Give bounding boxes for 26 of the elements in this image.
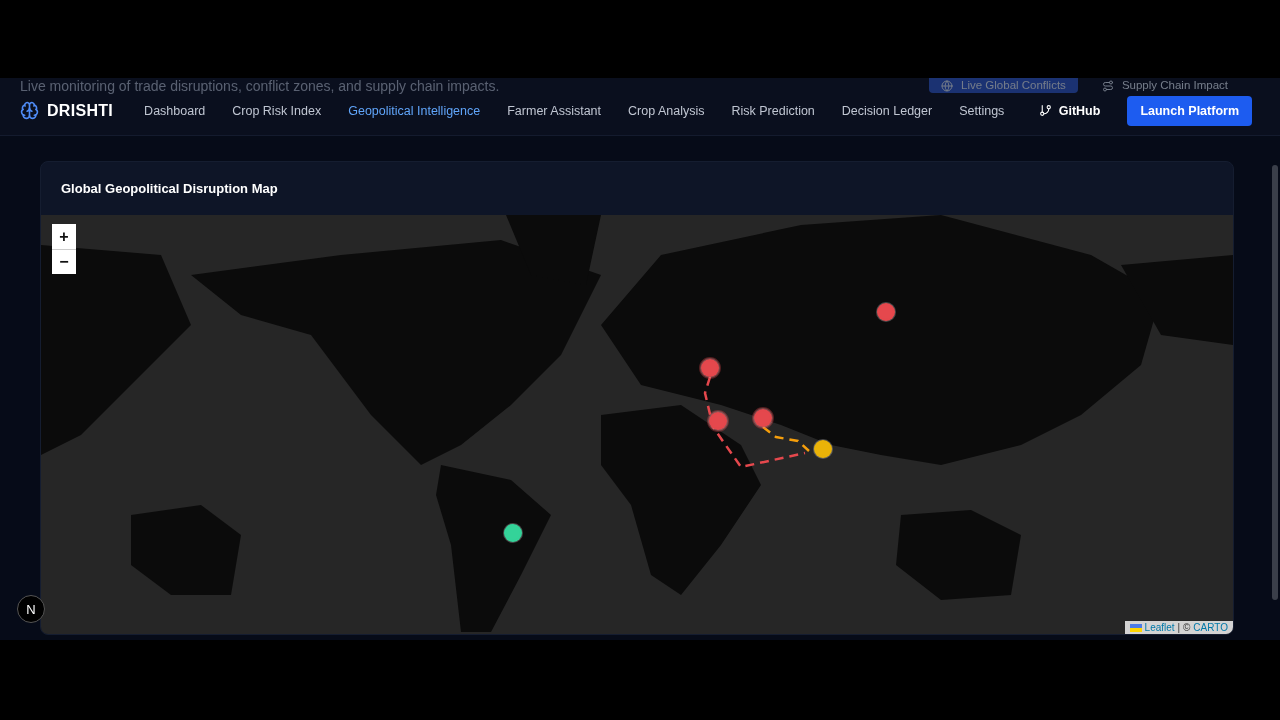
scrollbar[interactable]	[1272, 165, 1278, 600]
branch-icon	[1038, 104, 1052, 117]
zoom-out-button[interactable]: −	[52, 249, 76, 274]
map-pin[interactable]	[754, 409, 772, 427]
brain-icon	[20, 101, 39, 120]
launch-button[interactable]: Launch Platform	[1127, 95, 1252, 126]
nav-link[interactable]: Farmer Assistant	[507, 103, 601, 118]
nav-link[interactable]: Decision Ledger	[841, 103, 933, 118]
github-link[interactable]: GitHub	[1038, 103, 1101, 118]
card-title: Global Geopolitical Disruption Map	[61, 181, 278, 196]
nav-link[interactable]: Settings	[959, 103, 1005, 118]
nav-link[interactable]: Geopolitical Intelligence	[348, 103, 481, 118]
dev-badge[interactable]: N	[17, 595, 45, 623]
nav-link[interactable]: Risk Prediction	[731, 103, 815, 118]
globe-icon	[941, 79, 954, 92]
route-icon	[1101, 79, 1114, 92]
nav-link[interactable]: Crop Analysis	[628, 103, 705, 118]
flag-icon	[1129, 623, 1142, 632]
nav-link[interactable]: Dashboard	[144, 103, 206, 118]
attribution-text: | ©	[1177, 622, 1191, 633]
map-pin[interactable]	[709, 412, 727, 430]
view-tab[interactable]: Supply Chain Impact	[1089, 78, 1240, 93]
brand-name: DRISHTI	[47, 101, 114, 120]
map-pin[interactable]	[701, 359, 719, 377]
nav-link[interactable]: Crop Risk Index	[232, 103, 322, 118]
page-subtitle: Live monitoring of trade disruptions, conflict zones, and supply chain impacts.	[20, 78, 500, 94]
